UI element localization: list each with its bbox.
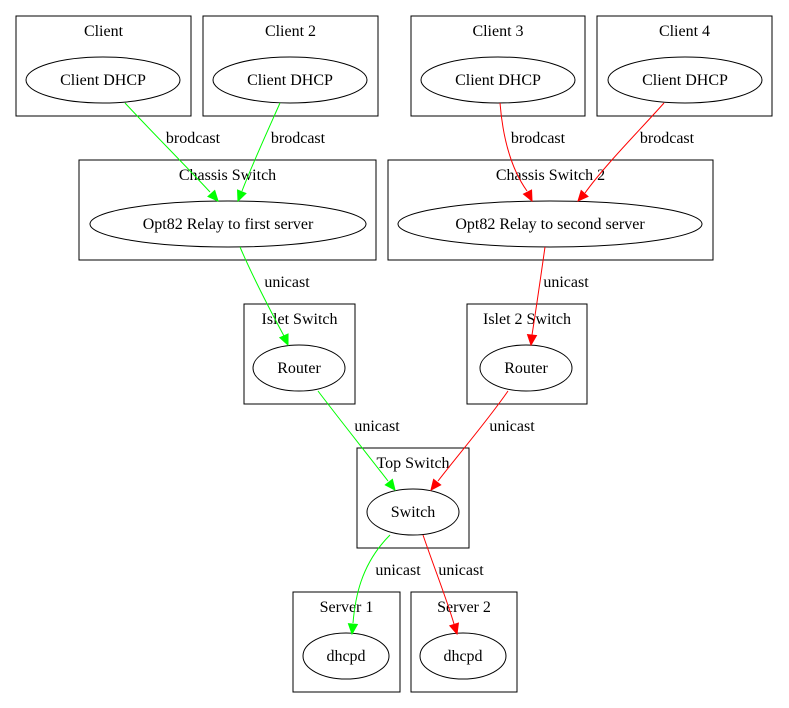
arrowhead-icon <box>526 334 538 347</box>
cluster-label: Server 1 <box>320 599 374 616</box>
node-islet[interactable]: Router <box>252 344 346 392</box>
edge-client4-chassis2: brodcast <box>577 102 695 202</box>
cluster-chassis: Chassis Switch Opt82 Relay to first serve… <box>78 159 377 261</box>
edge-label: brodcast <box>640 130 695 147</box>
cluster-client2: Client 2 Client DHCP <box>202 15 379 117</box>
node-label: Client DHCP <box>247 72 333 89</box>
node-islet2[interactable]: Router <box>479 344 573 392</box>
edge-label: unicast <box>543 274 589 291</box>
node-client3[interactable]: Client DHCP <box>420 56 576 104</box>
cluster-label: Server 2 <box>437 599 491 616</box>
cluster-label: Client 2 <box>265 23 316 40</box>
node-server2[interactable]: dhcpd <box>419 632 507 680</box>
node-label: Switch <box>391 504 435 521</box>
edge-label: unicast <box>489 418 535 435</box>
node-label: Client DHCP <box>455 72 541 89</box>
edge-label: brodcast <box>271 130 326 147</box>
edge-label: unicast <box>264 274 310 291</box>
node-client[interactable]: Client DHCP <box>25 56 181 104</box>
arrowhead-icon <box>347 623 359 636</box>
node-server1[interactable]: dhcpd <box>302 632 390 680</box>
edge-label: unicast <box>438 562 484 579</box>
edge-label: unicast <box>375 562 421 579</box>
edge-chassis-islet: unicast <box>239 246 310 347</box>
cluster-label: Chassis Switch <box>179 167 276 184</box>
edge-client-chassis: brodcast <box>124 102 221 202</box>
node-label: dhcpd <box>443 648 482 665</box>
cluster-islet: Islet Switch Router <box>243 303 356 405</box>
node-label: Client DHCP <box>642 72 728 89</box>
node-client4[interactable]: Client DHCP <box>607 56 763 104</box>
node-label: Client DHCP <box>60 72 146 89</box>
dhcp-relay-diagram: ClientClient DHCPClient 2Client DHCPClie… <box>15 15 773 693</box>
arrowhead-icon <box>384 478 396 491</box>
edge-client2-chassis: brodcast <box>237 102 326 203</box>
cluster-label: Client <box>84 23 124 40</box>
cluster-label: Client 4 <box>659 23 710 40</box>
cluster-chassis2: Chassis Switch 2 Opt82 Relay to second se… <box>387 159 714 261</box>
cluster-label: Top Switch <box>376 455 449 472</box>
edge-chassis2-islet2: unicast <box>526 246 589 347</box>
arrowhead-icon <box>237 189 247 203</box>
arrowhead-icon <box>522 189 533 203</box>
cluster-label: Islet 2 Switch <box>483 311 571 328</box>
arrowhead-icon <box>278 333 289 347</box>
node-chassis[interactable]: Opt82 Relay to first server <box>89 200 367 248</box>
node-label: Router <box>277 360 321 377</box>
edge-label: brodcast <box>166 130 221 147</box>
cluster-islet2: Islet 2 Switch Router <box>466 303 588 405</box>
cluster-label: Islet Switch <box>262 311 338 328</box>
cluster-client: Client Client DHCP <box>15 15 192 117</box>
node-label: dhcpd <box>326 648 365 665</box>
edge-top-server1: unicast <box>347 534 421 636</box>
edge-label: unicast <box>354 418 400 435</box>
node-label: Opt82 Relay to second server <box>455 216 645 233</box>
arrowhead-icon <box>577 189 589 202</box>
cluster-label: Chassis Switch 2 <box>496 167 605 184</box>
cluster-client3: Client 3 Client DHCP <box>410 15 586 117</box>
node-label: Router <box>504 360 548 377</box>
cluster-label: Client 3 <box>472 23 523 40</box>
edge-islet-top: unicast <box>317 390 400 491</box>
edge-islet2-top: unicast <box>430 390 535 491</box>
cluster-server2: Server 2 dhcpd <box>410 591 518 693</box>
cluster-server1: Server 1 dhcpd <box>292 591 401 693</box>
node-client2[interactable]: Client DHCP <box>212 56 368 104</box>
node-top[interactable]: Switch <box>366 488 460 536</box>
arrowhead-icon <box>430 478 442 491</box>
node-label: Opt82 Relay to first server <box>143 216 314 233</box>
edge-client3-chassis2: brodcast <box>499 102 566 203</box>
node-chassis2[interactable]: Opt82 Relay to second server <box>397 200 703 248</box>
cluster-client4: Client 4 Client DHCP <box>596 15 773 117</box>
edge-label: brodcast <box>511 130 566 147</box>
arrowhead-icon <box>448 622 460 636</box>
edge-top-server2: unicast <box>422 534 484 636</box>
